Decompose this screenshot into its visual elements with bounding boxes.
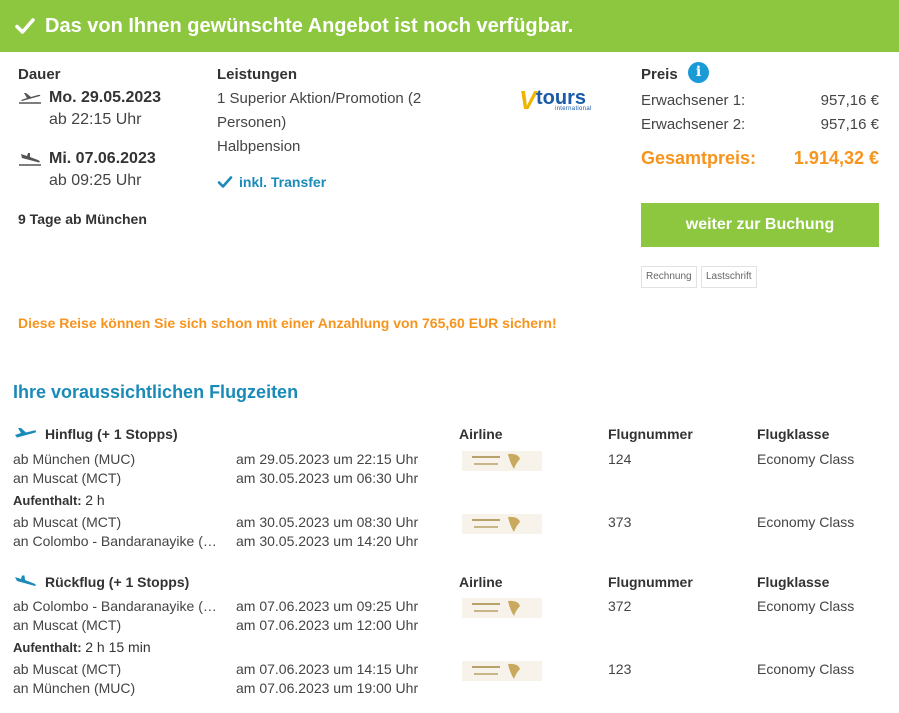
class-column-header: Flugklasse xyxy=(757,426,830,442)
stopover-duration: 2 h xyxy=(85,492,105,508)
airline-column-header: Airline xyxy=(459,574,503,590)
flight-number: 123 xyxy=(608,661,632,677)
transfer-text: inkl. Transfer xyxy=(239,174,327,190)
flight-times-title: Ihre voraussichtlichen Flugzeiten xyxy=(13,382,299,402)
total-label: Gesamtpreis: xyxy=(641,148,757,168)
duration-label: Dauer xyxy=(18,66,61,83)
deposit-note: Diese Reise können Sie sich schon mit ei… xyxy=(18,315,557,331)
segment-destination: an Muscat (MCT) xyxy=(13,470,122,486)
oman-air-logo xyxy=(462,598,542,618)
segment-destination: an Muscat (MCT) xyxy=(13,617,122,633)
segment-origin: ab Muscat (MCT) xyxy=(13,514,122,530)
flight-number: 372 xyxy=(608,598,632,614)
flight-number-column-header: Flugnummer xyxy=(608,574,693,590)
availability-banner: Das von Ihnen gewünschte Angebot ist noc… xyxy=(0,0,899,52)
segment-origin: ab Colombo - Bandaranayike (… xyxy=(13,598,217,614)
segment-arrival-time: am 30.05.2023 um 14:20 Uhr xyxy=(236,533,419,549)
flight-class: Economy Class xyxy=(757,661,855,677)
adult1-price-row: Erwachsener 1: 957,16 € xyxy=(641,92,879,109)
segment-origin: ab Muscat (MCT) xyxy=(13,661,122,677)
outbound-time: ab 22:15 Uhr xyxy=(49,111,142,128)
segment-arrival-time: am 30.05.2023 um 06:30 Uhr xyxy=(236,470,419,486)
checkmark-icon xyxy=(15,18,35,34)
continue-booking-button[interactable]: weiter zur Buchung xyxy=(641,203,879,247)
flight-number: 373 xyxy=(608,514,632,530)
trip-summary: 9 Tage ab München xyxy=(18,211,147,227)
adult1-label: Erwachsener 1: xyxy=(641,92,746,109)
return-heading: Rückflug (+ 1 Stopps) xyxy=(45,574,190,590)
segment-arrival-time: am 07.06.2023 um 12:00 Uhr xyxy=(236,617,419,633)
airline-column-header: Airline xyxy=(459,426,503,442)
adult1-amount: 957,16 € xyxy=(820,92,879,109)
info-icon[interactable]: i xyxy=(688,62,709,83)
outbound-plane-icon xyxy=(15,428,36,438)
services-list: 1 Superior Aktion/Promotion (2 Personen)… xyxy=(217,87,457,159)
segment-departure-time: am 07.06.2023 um 14:15 Uhr xyxy=(236,661,419,677)
stopover-duration: 2 h 15 min xyxy=(85,639,151,655)
stopover-info: Aufenthalt: 2 h xyxy=(13,492,105,508)
segment-departure-time: am 29.05.2023 um 22:15 Uhr xyxy=(236,451,419,467)
departure-plane-icon xyxy=(19,93,41,104)
transfer-badge: inkl. Transfer xyxy=(217,174,326,190)
room-description: 1 Superior Aktion/Promotion (2 Personen) xyxy=(217,90,422,131)
oman-air-logo xyxy=(462,451,542,471)
adult2-label: Erwachsener 2: xyxy=(641,116,746,133)
price-label: Preis xyxy=(641,66,678,83)
payment-invoice-badge: Rechnung xyxy=(641,266,697,288)
adult2-price-row: Erwachsener 2: 957,16 € xyxy=(641,116,879,133)
stopover-label: Aufenthalt: xyxy=(13,640,82,655)
total-amount: 1.914,32 € xyxy=(793,148,879,168)
payment-debit-badge: Lastschrift xyxy=(701,266,757,288)
flight-class: Economy Class xyxy=(757,598,855,614)
arrival-plane-icon xyxy=(19,153,41,166)
vtours-logo: V tours international xyxy=(519,85,592,115)
checkmark-icon xyxy=(217,176,233,188)
flight-class: Economy Class xyxy=(757,451,855,467)
flight-class: Economy Class xyxy=(757,514,855,530)
segment-departure-time: am 30.05.2023 um 08:30 Uhr xyxy=(236,514,419,530)
outbound-date: Mo. 29.05.2023 xyxy=(49,89,162,106)
oman-air-logo xyxy=(462,661,542,681)
flight-number: 124 xyxy=(608,451,632,467)
adult2-amount: 957,16 € xyxy=(820,116,879,133)
segment-destination: an Colombo - Bandaranayike (… xyxy=(13,533,217,549)
segment-departure-time: am 07.06.2023 um 09:25 Uhr xyxy=(236,598,419,614)
segment-destination: an München (MUC) xyxy=(13,680,136,696)
segment-origin: ab München (MUC) xyxy=(13,451,136,467)
board-type: Halbpension xyxy=(217,138,301,155)
flight-number-column-header: Flugnummer xyxy=(608,426,693,442)
banner-text: Das von Ihnen gewünschte Angebot ist noc… xyxy=(45,14,574,37)
return-time: ab 09:25 Uhr xyxy=(49,172,142,189)
return-date: Mi. 07.06.2023 xyxy=(49,150,156,167)
total-price-row: Gesamtpreis: 1.914,32 € xyxy=(641,148,879,169)
stopover-label: Aufenthalt: xyxy=(13,493,82,508)
oman-air-logo xyxy=(462,514,542,534)
class-column-header: Flugklasse xyxy=(757,574,830,590)
stopover-info: Aufenthalt: 2 h 15 min xyxy=(13,639,151,655)
segment-arrival-time: am 07.06.2023 um 19:00 Uhr xyxy=(236,680,419,696)
return-plane-icon xyxy=(15,575,36,586)
services-label: Leistungen xyxy=(217,66,298,83)
outbound-heading: Hinflug (+ 1 Stopps) xyxy=(45,426,178,442)
